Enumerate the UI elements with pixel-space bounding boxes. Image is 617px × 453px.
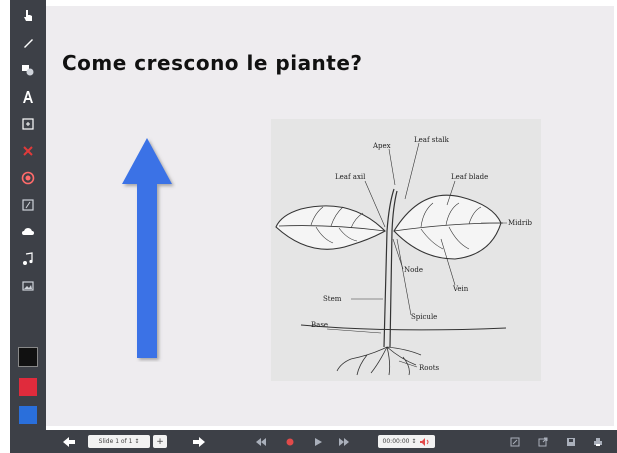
next-slide-icon[interactable]: [190, 430, 208, 453]
label-apex: Apex: [372, 142, 391, 150]
label-midrib: Midrib: [508, 219, 532, 227]
timer-display[interactable]: 00:00:00 ↕: [378, 435, 435, 448]
eraser-icon[interactable]: [16, 141, 40, 161]
label-stem: Stem: [323, 295, 342, 303]
export-icon[interactable]: [535, 430, 551, 453]
play-icon[interactable]: [310, 430, 326, 453]
add-slide-label: +: [156, 436, 164, 447]
slide-indicator-text: Slide 1 of 1 ↕: [98, 438, 140, 445]
slide-selector[interactable]: Slide 1 of 1 ↕: [88, 435, 150, 448]
fast-forward-icon[interactable]: [336, 430, 352, 453]
label-node: Node: [404, 266, 423, 274]
previous-slide-icon[interactable]: [60, 430, 78, 453]
note-icon[interactable]: [16, 195, 40, 215]
color-swatch-black[interactable]: [18, 347, 38, 367]
slide-title[interactable]: Come crescono le piante?: [62, 51, 363, 75]
app-window: Come crescono le piante? Apex Leaf stalk…: [10, 0, 617, 453]
label-roots: Roots: [419, 364, 440, 372]
save-icon[interactable]: [563, 430, 579, 453]
image-icon[interactable]: [16, 276, 40, 296]
timer-text: 00:00:00 ↕: [382, 438, 417, 445]
slide-canvas[interactable]: Come crescono le piante? Apex Leaf stalk…: [46, 6, 614, 426]
rewind-icon[interactable]: [253, 430, 269, 453]
plant-diagram-image[interactable]: Apex Leaf stalk Leaf axil Leaf blade Mid…: [271, 119, 541, 381]
audio-speaker-icon: [420, 437, 429, 446]
up-arrow-shape[interactable]: [120, 136, 176, 362]
cloud-icon[interactable]: [16, 222, 40, 242]
text-icon[interactable]: [16, 87, 40, 107]
label-leaf-blade: Leaf blade: [451, 173, 488, 181]
textbox-icon[interactable]: [16, 114, 40, 134]
pen-icon[interactable]: [16, 33, 40, 53]
record-icon[interactable]: [16, 168, 40, 188]
color-swatch-red[interactable]: [19, 378, 37, 396]
record-button-icon[interactable]: [282, 430, 298, 453]
label-spicule: Spicule: [411, 313, 437, 321]
audio-icon[interactable]: [16, 249, 40, 269]
label-leaf-axil: Leaf axil: [335, 173, 366, 181]
color-swatch-blue[interactable]: [19, 406, 37, 424]
label-base: Base: [311, 321, 328, 329]
hand-pointer-icon[interactable]: [16, 6, 40, 26]
fullscreen-icon[interactable]: [507, 430, 523, 453]
add-slide-button[interactable]: +: [153, 435, 167, 448]
bottom-toolbar: Slide 1 of 1 ↕ + 00:00:00 ↕: [10, 430, 617, 453]
label-vein: Vein: [452, 285, 469, 293]
label-leaf-stalk: Leaf stalk: [414, 136, 450, 144]
left-toolbar: [10, 0, 46, 430]
print-icon[interactable]: [590, 430, 606, 453]
shapes-icon[interactable]: [16, 60, 40, 80]
